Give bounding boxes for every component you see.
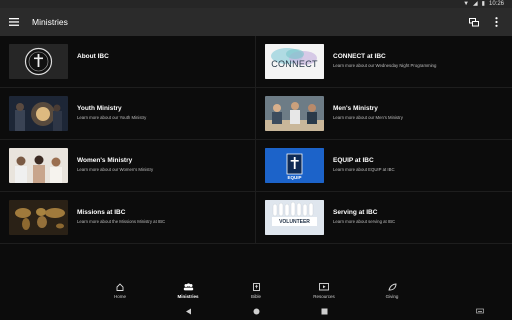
tile-title: Missions at IBC <box>77 209 126 216</box>
wifi-icon: ▼ <box>463 1 470 7</box>
tile-title: Serving at IBC <box>333 209 378 216</box>
system-recents-button[interactable] <box>319 306 329 316</box>
page-title: Ministries <box>32 17 68 27</box>
nav-home[interactable]: Home <box>86 278 154 302</box>
people-icon <box>183 282 193 290</box>
keyboard-icon[interactable] <box>476 307 484 315</box>
tile-subtitle: Learn more about serving at IBC <box>333 219 396 224</box>
nav-giving[interactable]: Giving <box>358 278 426 302</box>
ministry-tile-equip[interactable]: EQUIP EQUIP at IBC Learn more about EQUI… <box>256 140 512 192</box>
tile-subtitle: Learn more about our Women's Ministry <box>77 167 154 172</box>
back-triangle-icon <box>185 308 191 314</box>
serving-thumbnail: VOLUNTEER <box>265 200 324 235</box>
system-home-button[interactable] <box>251 306 261 316</box>
signal-icon: ◢ <box>473 1 478 7</box>
church-seal-icon <box>9 44 68 79</box>
overflow-menu-button[interactable] <box>488 14 504 30</box>
connect-wordmark: CONNECT <box>271 59 318 69</box>
nav-label: Resources <box>313 293 335 299</box>
battery-icon: ▮ <box>481 1 485 7</box>
tile-title: About IBC <box>77 53 109 60</box>
nav-label: Home <box>113 293 126 299</box>
more-vert-icon <box>494 17 498 27</box>
play-icon <box>319 282 329 290</box>
equip-wordmark: EQUIP <box>287 175 302 180</box>
chat-icon <box>469 17 479 26</box>
world-map-icon <box>9 200 68 235</box>
ministries-grid: About IBC CONNECT CONNECT at IBC Learn m… <box>0 36 512 244</box>
womens-thumbnail <box>9 148 68 183</box>
ministry-tile-womens[interactable]: Women's Ministry Learn more about our Wo… <box>0 140 256 192</box>
ministry-tile-about[interactable]: About IBC <box>0 36 256 88</box>
missions-thumbnail <box>9 200 68 235</box>
home-icon <box>116 282 124 291</box>
status-time: 10:26 <box>488 1 504 7</box>
nav-label: Giving <box>385 293 399 299</box>
ministry-tile-missions[interactable]: Missions at IBC Learn more about the Mis… <box>0 192 256 244</box>
volunteer-sign-text: VOLUNTEER <box>279 219 310 225</box>
leaf-icon <box>387 283 396 290</box>
youth-thumbnail <box>9 96 68 131</box>
ministry-tile-mens[interactable]: Men's Ministry Learn more about our Men'… <box>256 88 512 140</box>
menu-button[interactable] <box>0 8 28 36</box>
home-circle-icon <box>253 308 259 314</box>
app-bar: Ministries <box>0 8 512 36</box>
hamburger-icon <box>9 18 19 26</box>
tile-title: Youth Ministry <box>77 105 122 112</box>
mens-thumbnail <box>265 96 324 131</box>
messages-button[interactable] <box>466 14 482 30</box>
tile-subtitle: Learn more about our Wednesday Night Pro… <box>333 63 437 68</box>
recents-square-icon <box>321 308 327 314</box>
tile-subtitle: Learn more about EQUIP at IBC <box>333 167 395 172</box>
bottom-navigation: Home Ministries Bible Resources Giving <box>0 278 512 302</box>
tile-title: Men's Ministry <box>333 105 378 112</box>
tile-subtitle: Learn more about the Missions Ministry a… <box>77 219 166 224</box>
about-thumbnail <box>9 44 68 79</box>
tile-title: EQUIP at IBC <box>333 157 374 164</box>
ministry-tile-serving[interactable]: VOLUNTEER Serving at IBC Learn more abou… <box>256 192 512 244</box>
ministry-tile-youth[interactable]: Youth Ministry Learn more about our Yout… <box>0 88 256 140</box>
tile-title: CONNECT at IBC <box>333 53 386 60</box>
ministry-tile-connect[interactable]: CONNECT CONNECT at IBC Learn more about … <box>256 36 512 88</box>
connect-thumbnail: CONNECT <box>265 44 324 79</box>
nav-bible[interactable]: Bible <box>222 278 290 302</box>
system-back-button[interactable] <box>183 306 193 316</box>
nav-resources[interactable]: Resources <box>290 278 358 302</box>
nav-ministries[interactable]: Ministries <box>154 278 222 302</box>
system-navigation <box>0 302 512 320</box>
tile-subtitle: Learn more about our Youth Ministry <box>77 115 147 120</box>
status-bar: ▼ ◢ ▮ 10:26 <box>0 0 512 8</box>
tile-subtitle: Learn more about our Men's Ministry <box>333 115 403 120</box>
equip-thumbnail: EQUIP <box>265 148 324 183</box>
bible-icon <box>252 282 260 291</box>
nav-label: Bible <box>250 293 261 299</box>
nav-label: Ministries <box>177 293 199 299</box>
tile-title: Women's Ministry <box>77 157 133 164</box>
